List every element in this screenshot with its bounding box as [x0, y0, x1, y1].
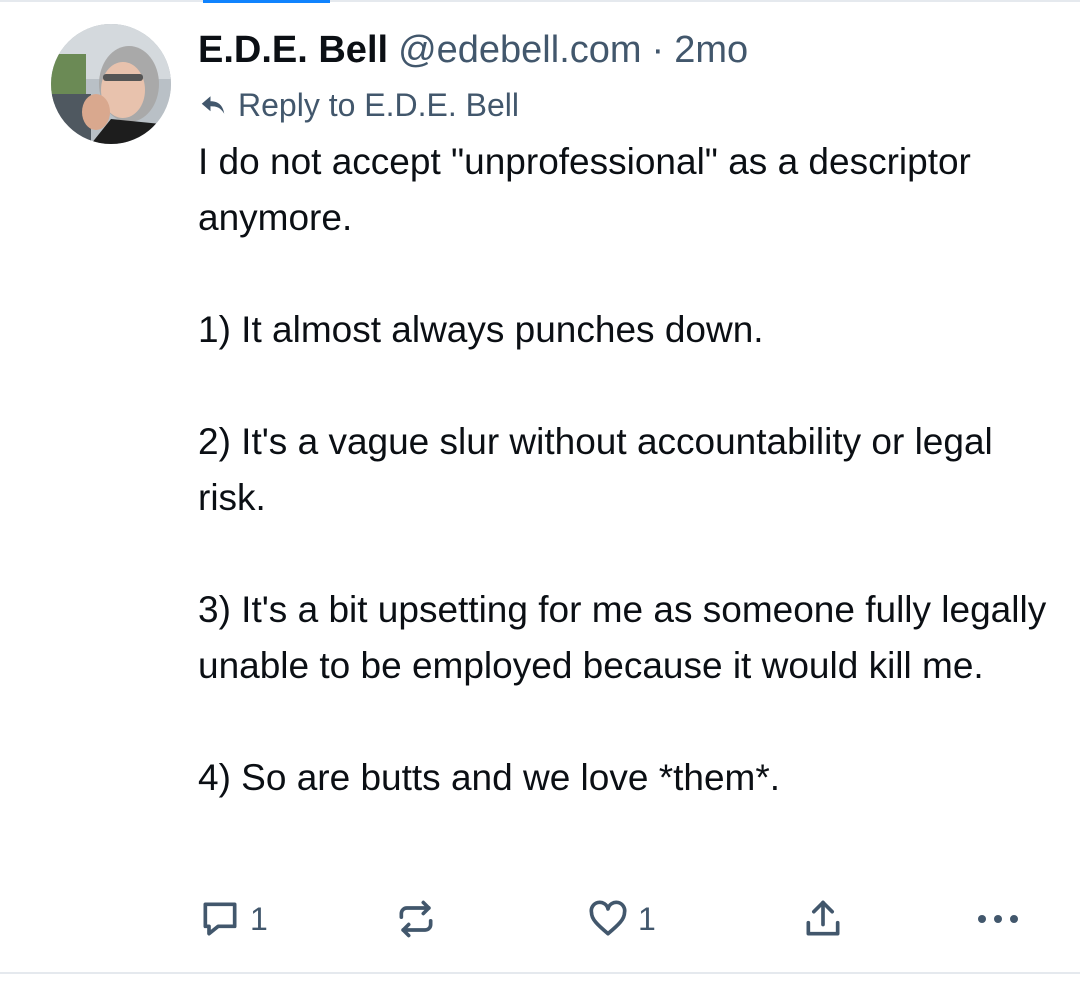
post-actions: 1 1 [198, 894, 1028, 944]
repost-arrows-icon [394, 897, 438, 941]
top-divider [0, 0, 1080, 2]
reply-to-label: Reply to E.D.E. Bell [238, 86, 519, 123]
post-paragraph: 1) It almost always punches down. [198, 309, 764, 350]
author-handle[interactable]: @edebell.com [398, 29, 641, 72]
post-content: E.D.E. Bell @edebell.com · 2mo Reply to … [198, 24, 1048, 806]
more-options-button[interactable] [973, 894, 1023, 944]
like-button[interactable]: 1 [586, 894, 656, 944]
separator-dot: · [651, 28, 665, 71]
post-timestamp[interactable]: 2mo [674, 29, 748, 72]
active-tab-indicator [203, 0, 330, 3]
reply-button[interactable]: 1 [198, 894, 268, 944]
like-count: 1 [638, 900, 656, 937]
speech-bubble-icon [198, 897, 242, 941]
reply-to-line[interactable]: Reply to E.D.E. Bell [198, 76, 1048, 134]
post-header: E.D.E. Bell @edebell.com · 2mo [198, 24, 1048, 76]
bottom-divider [0, 972, 1080, 974]
post-paragraph: 3) It's a bit upsetting for me as someon… [198, 589, 1047, 686]
more-dots-icon [973, 897, 1023, 941]
reply-arrow-icon [198, 90, 228, 120]
post-paragraph: 4) So are butts and we love *them*. [198, 757, 781, 798]
share-upload-icon [801, 897, 845, 941]
reply-count: 1 [250, 900, 268, 937]
heart-icon [586, 897, 630, 941]
post-body: I do not accept "unprofessional" as a de… [198, 134, 1048, 806]
repost-button[interactable] [394, 894, 438, 944]
share-button[interactable] [801, 894, 845, 944]
post-paragraph: I do not accept "unprofessional" as a de… [198, 141, 971, 238]
author-name[interactable]: E.D.E. Bell [198, 29, 388, 72]
post-paragraph: 2) It's a vague slur without accountabil… [198, 421, 993, 518]
avatar[interactable] [51, 24, 171, 144]
